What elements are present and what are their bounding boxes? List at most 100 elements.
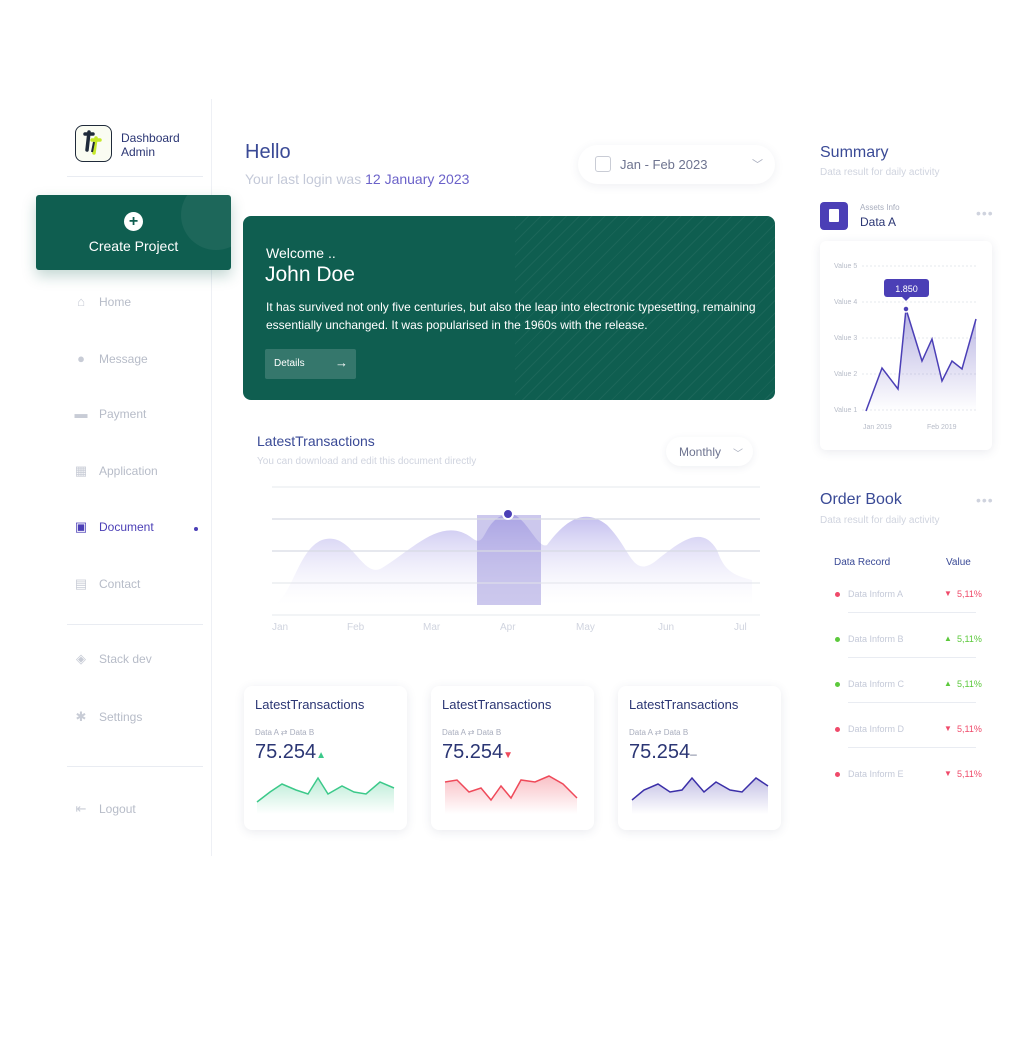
sidebar-item-label: Home	[99, 295, 132, 309]
divider	[67, 176, 203, 177]
y-tick-label: Value 4	[834, 299, 857, 306]
application-icon: ▦	[74, 463, 88, 478]
x-tick-label: Feb 2019	[927, 424, 957, 431]
welcome-text: Welcome ..	[266, 245, 336, 261]
sidebar-item-label: Payment	[99, 407, 147, 421]
status-dot	[835, 727, 840, 732]
chevron-down-icon: ﹀	[733, 449, 743, 460]
column-header-record: Data Record	[834, 557, 891, 568]
chevron-down-icon: ﹀	[752, 159, 763, 171]
x-tick-label: Mar	[423, 622, 441, 633]
highlight-column	[477, 515, 541, 605]
card-sparkline	[256, 776, 395, 814]
transactions-title: LatestTransactions	[257, 433, 375, 449]
order-row[interactable]: Data Inform B ▲ 5,11%	[834, 632, 982, 652]
sidebar-item-message[interactable]: ● Message	[73, 349, 148, 369]
date-range-value: Jan - Feb 2023	[620, 157, 708, 172]
y-tick-label: Value 2	[834, 371, 857, 378]
trend-down-icon: ▼	[944, 769, 952, 778]
row-value: 5,11%	[957, 679, 982, 689]
transactions-card[interactable]: LatestTransactions Data A ⇄ Data B 75.25…	[431, 686, 594, 830]
trend-flat-icon: –	[690, 747, 697, 761]
sidebar-item-logout[interactable]: ⇤ Logout	[73, 799, 136, 819]
divider	[848, 612, 976, 613]
date-range-picker[interactable]: Jan - Feb 2023 ﹀	[578, 145, 775, 184]
card-legend: Data A ⇄ Data B	[629, 728, 689, 737]
calendar-icon	[595, 156, 611, 172]
divider	[848, 747, 976, 748]
data-point[interactable]	[902, 305, 910, 313]
row-name: Data Inform B	[848, 634, 904, 644]
order-row[interactable]: Data Inform E ▼ 5,11%	[834, 767, 982, 787]
last-login-date: 12 January 2023	[365, 171, 470, 187]
order-row[interactable]: Data Inform D ▼ 5,11%	[834, 722, 982, 742]
card-sparkline	[444, 775, 578, 814]
transactions-card[interactable]: LatestTransactions Data A ⇄ Data B 75.25…	[244, 686, 407, 830]
card-value: 75.254▲	[255, 741, 327, 763]
column-header-value: Value	[946, 557, 971, 568]
period-select[interactable]: Monthly ﹀	[666, 437, 753, 466]
sidebar-item-application[interactable]: ▦ Application	[73, 461, 158, 481]
card-legend: Data A ⇄ Data B	[255, 728, 315, 737]
transactions-subtitle: You can download and edit this document …	[257, 456, 477, 467]
row-value: 5,11%	[957, 724, 982, 734]
divider	[848, 702, 976, 703]
card-title: LatestTransactions	[629, 697, 739, 712]
sidebar-item-label: Stack dev	[99, 652, 152, 666]
more-options-icon[interactable]: •••	[976, 492, 994, 508]
summary-title: Summary	[820, 144, 889, 161]
card-title: LatestTransactions	[255, 697, 365, 712]
create-project-button[interactable]: + Create Project	[36, 195, 231, 270]
trend-up-icon: ▲	[944, 634, 952, 643]
sidebar-item-label: Application	[99, 464, 158, 478]
row-name: Data Inform E	[848, 769, 904, 779]
card-legend: Data A ⇄ Data B	[442, 728, 502, 737]
status-dot	[835, 592, 840, 597]
more-options-icon[interactable]: •••	[976, 205, 994, 221]
x-tick-label: Apr	[500, 622, 516, 633]
payment-icon: ▬	[74, 406, 88, 421]
sidebar-item-label: Settings	[99, 710, 143, 724]
assets-label: Assets Info	[860, 203, 900, 212]
transactions-card[interactable]: LatestTransactions Data A ⇄ Data B 75.25…	[618, 686, 781, 830]
page-title: Hello	[245, 141, 291, 163]
status-dot	[835, 682, 840, 687]
sidebar-item-label: Logout	[99, 802, 136, 816]
trend-down-icon: ▼	[944, 724, 952, 733]
clipboard-icon	[820, 202, 848, 230]
sidebar-item-stack-dev[interactable]: ◈ Stack dev	[73, 649, 152, 669]
sidebar-item-label: Document	[99, 520, 154, 534]
row-name: Data Inform D	[848, 724, 905, 734]
x-tick-label: May	[576, 622, 595, 633]
assets-value: Data A	[860, 215, 897, 229]
active-indicator	[194, 527, 198, 531]
banner-description: It has survived not only five centuries,…	[266, 300, 756, 332]
x-tick-label: Jul	[734, 622, 747, 633]
order-row[interactable]: Data Inform A ▼ 5,11%	[834, 587, 982, 607]
app-logo	[75, 125, 112, 162]
divider	[848, 657, 976, 658]
details-button[interactable]: Details →	[265, 349, 356, 379]
sidebar-item-contact[interactable]: ▤ Contact	[73, 574, 141, 594]
sidebar-item-settings[interactable]: ✱ Settings	[73, 707, 143, 727]
sidebar-item-payment[interactable]: ▬ Payment	[73, 404, 147, 424]
create-project-label: Create Project	[88, 238, 179, 254]
card-sparkline	[631, 776, 769, 814]
last-login-text: Your last login was 12 January 2023	[245, 171, 469, 187]
row-value: 5,11%	[957, 769, 982, 779]
x-tick-label: Jan 2019	[863, 424, 892, 431]
user-name: John Doe	[265, 263, 355, 286]
order-row[interactable]: Data Inform C ▲ 5,11%	[834, 677, 982, 697]
message-icon: ●	[77, 351, 85, 366]
y-tick-label: Value 5	[834, 263, 857, 270]
sidebar-item-home[interactable]: ⌂ Home	[73, 292, 131, 312]
trend-down-icon: ▼	[503, 750, 514, 761]
logo-mark-icon	[83, 130, 102, 155]
x-tick-label: Feb	[347, 622, 365, 633]
summary-chart-card: Value 5 Value 4 Value 3 Value 2 Value 1 …	[820, 241, 992, 450]
row-value: 5,11%	[957, 589, 982, 599]
sidebar-item-document[interactable]: ▣ Document	[73, 517, 154, 537]
trend-down-icon: ▼	[944, 589, 952, 598]
highlight-point[interactable]	[502, 508, 514, 520]
contact-icon: ▤	[74, 576, 88, 591]
